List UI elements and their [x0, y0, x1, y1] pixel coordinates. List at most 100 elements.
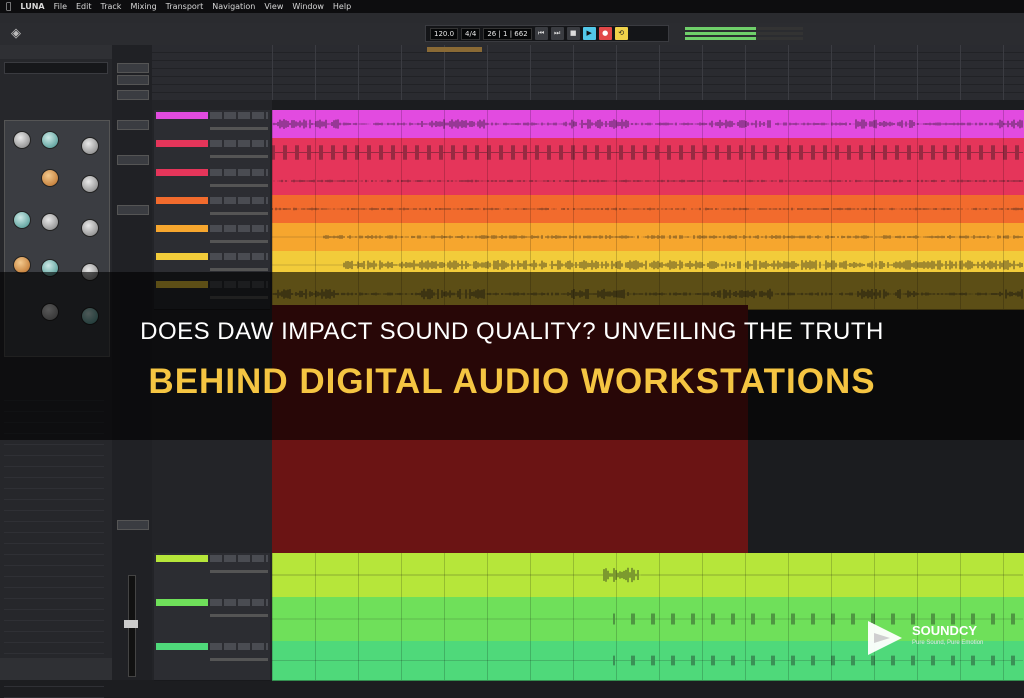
track-name-chip[interactable] [156, 225, 208, 232]
track-name-chip[interactable] [156, 197, 208, 204]
send-slot[interactable] [117, 205, 149, 215]
knob-icon[interactable] [41, 213, 59, 231]
list-item[interactable] [4, 533, 104, 544]
play-icon[interactable]: ▶ [582, 27, 596, 40]
loop-icon[interactable]: ⟲ [614, 27, 628, 40]
knob-icon[interactable] [13, 131, 31, 149]
knob-icon[interactable] [41, 169, 59, 187]
track-header[interactable] [154, 641, 270, 681]
track-volume-slider[interactable] [210, 268, 268, 271]
audio-clip-lane[interactable] [272, 138, 1024, 168]
menu-view[interactable]: View [264, 2, 283, 11]
list-item[interactable] [4, 478, 104, 489]
record-icon[interactable]: ● [598, 27, 612, 40]
track-controls[interactable] [210, 112, 268, 119]
list-item[interactable] [4, 489, 104, 500]
menu-app[interactable]: LUNA [20, 2, 44, 11]
menu-file[interactable]: File [54, 2, 67, 11]
track-controls[interactable] [210, 555, 268, 562]
audio-clip-lane[interactable] [272, 223, 1024, 252]
list-item[interactable] [4, 467, 104, 478]
fader-handle[interactable] [124, 620, 138, 628]
track-name-chip[interactable] [156, 643, 208, 650]
track-header[interactable] [154, 597, 270, 642]
track-header[interactable] [154, 223, 270, 252]
track-name-chip[interactable] [156, 555, 208, 562]
track-controls[interactable] [210, 169, 268, 176]
menu-help[interactable]: Help [333, 2, 351, 11]
track-volume-slider[interactable] [210, 127, 268, 130]
track-name-chip[interactable] [156, 112, 208, 119]
stop-icon[interactable]: ■ [566, 27, 580, 40]
knob-icon[interactable] [81, 219, 99, 237]
audio-clip-lane[interactable] [272, 167, 1024, 196]
list-item[interactable] [4, 511, 104, 522]
knob-icon[interactable] [81, 175, 99, 193]
insert-slot[interactable] [117, 90, 149, 100]
output-selector[interactable] [117, 520, 149, 530]
audio-clip-lane[interactable] [272, 553, 1024, 598]
menu-transport[interactable]: Transport [166, 2, 204, 11]
audio-clip-lane[interactable] [272, 110, 1024, 139]
list-item[interactable] [4, 566, 104, 577]
track-name-chip[interactable] [156, 253, 208, 260]
track-header[interactable] [154, 553, 270, 598]
loop-region[interactable] [427, 47, 482, 52]
track-volume-slider[interactable] [210, 212, 268, 215]
track-volume-slider[interactable] [210, 240, 268, 243]
knob-icon[interactable] [81, 137, 99, 155]
track-controls[interactable] [210, 599, 268, 606]
track-volume-slider[interactable] [210, 614, 268, 617]
track-controls[interactable] [210, 225, 268, 232]
track-controls[interactable] [210, 140, 268, 147]
track-controls[interactable] [210, 253, 268, 260]
knob-icon[interactable] [13, 211, 31, 229]
menu-window[interactable]: Window [292, 2, 324, 11]
track-name-chip[interactable] [156, 169, 208, 176]
list-item[interactable] [4, 445, 104, 456]
track-controls[interactable] [210, 197, 268, 204]
list-item[interactable] [4, 610, 104, 621]
list-item[interactable] [4, 522, 104, 533]
list-item[interactable] [4, 588, 104, 599]
list-item[interactable] [4, 621, 104, 632]
list-item[interactable] [4, 599, 104, 610]
apple-icon[interactable]:  [6, 2, 11, 12]
list-item[interactable] [4, 643, 104, 654]
menu-mixing[interactable]: Mixing [130, 2, 156, 11]
track-controls[interactable] [210, 643, 268, 650]
list-item[interactable] [4, 687, 104, 698]
rewind-icon[interactable]: ⏮ [534, 27, 548, 40]
track-name-chip[interactable] [156, 599, 208, 606]
send-slot[interactable] [117, 120, 149, 130]
list-item[interactable] [4, 544, 104, 555]
plugin-search-input[interactable] [4, 62, 108, 74]
list-item[interactable] [4, 555, 104, 566]
menu-track[interactable]: Track [101, 2, 122, 11]
timeline-ruler[interactable] [152, 45, 1024, 100]
forward-icon[interactable]: ⏭ [550, 27, 564, 40]
tempo-display[interactable]: 120.0 [430, 27, 459, 40]
menu-edit[interactable]: Edit [76, 2, 92, 11]
signature-display[interactable]: 4/4 [461, 27, 481, 40]
position-display[interactable]: 26 | 1 | 662 [483, 27, 532, 40]
track-header[interactable] [154, 167, 270, 196]
list-item[interactable] [4, 577, 104, 588]
track-header[interactable] [154, 195, 270, 224]
track-name-chip[interactable] [156, 140, 208, 147]
audio-clip-lane[interactable] [272, 195, 1024, 224]
menu-navigation[interactable]: Navigation [212, 2, 255, 11]
insert-slot[interactable] [117, 63, 149, 73]
track-volume-slider[interactable] [210, 184, 268, 187]
track-volume-slider[interactable] [210, 658, 268, 661]
track-header[interactable] [154, 138, 270, 168]
send-slot[interactable] [117, 155, 149, 165]
track-volume-slider[interactable] [210, 155, 268, 158]
track-header[interactable] [154, 110, 270, 139]
insert-slot[interactable] [117, 75, 149, 85]
list-item[interactable] [4, 456, 104, 467]
list-item[interactable] [4, 632, 104, 643]
list-item[interactable] [4, 500, 104, 511]
track-volume-slider[interactable] [210, 570, 268, 573]
knob-icon[interactable] [41, 131, 59, 149]
